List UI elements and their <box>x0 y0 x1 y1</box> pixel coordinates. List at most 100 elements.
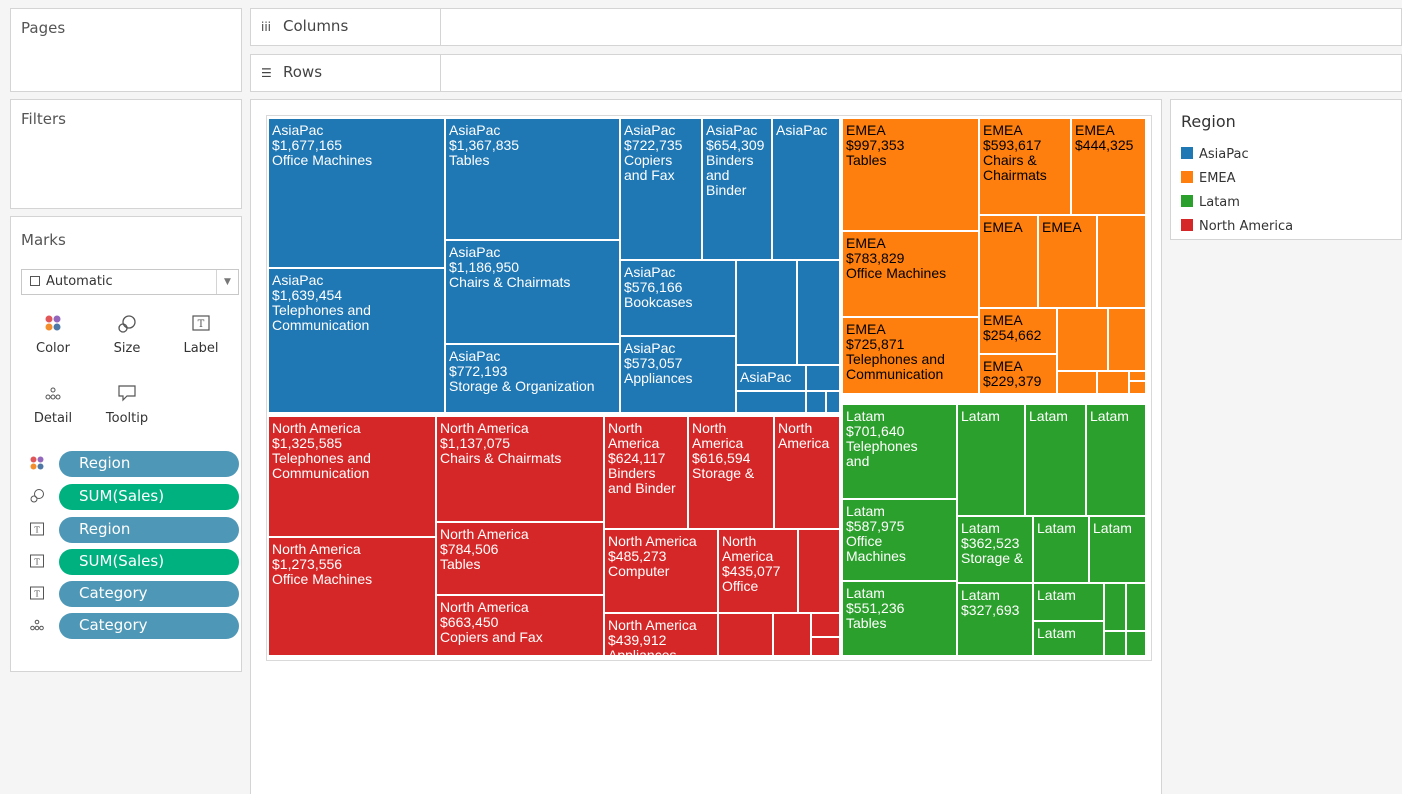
treemap-cell-unlabeled[interactable] <box>806 391 826 413</box>
filters-shelf[interactable]: Filters <box>10 99 242 209</box>
treemap-cell-unlabeled[interactable] <box>1129 381 1146 394</box>
treemap-cell-la4[interactable]: Latam <box>1086 404 1146 516</box>
treemap-cell-la10[interactable]: Latam $327,693 <box>957 583 1033 656</box>
treemap-cell-na7[interactable]: North America $784,506 Tables <box>436 522 604 595</box>
sum-sales-pill[interactable]: SUM(Sales) <box>59 484 239 510</box>
treemap[interactable]: AsiaPac $1,677,165 Office Machines AsiaPac $… <box>268 118 1146 656</box>
treemap-cell-em7[interactable]: EMEA $725,871 Telephones and Communication <box>842 317 979 394</box>
treemap-cell-label: AsiaPac <box>624 122 676 138</box>
treemap-cell-na1[interactable]: North America $1,325,585 Telephones and Com… <box>268 416 436 537</box>
treemap-cell-em9[interactable]: EMEA $229,379 <box>979 354 1057 394</box>
treemap-cell-unlabeled[interactable] <box>1104 631 1126 656</box>
pill-row-color-region[interactable]: Region <box>21 451 239 477</box>
columns-shelf[interactable]: iii Columns <box>250 8 1402 46</box>
pill-row-label-sales[interactable]: T SUM(Sales) <box>21 549 239 575</box>
region-legend[interactable]: Region AsiaPac EMEA Latam North America <box>1170 99 1402 240</box>
treemap-cell-la11[interactable]: Latam <box>1033 583 1104 621</box>
region-pill[interactable]: Region <box>59 451 239 477</box>
treemap-cell-na8[interactable]: North America $485,273 Computer <box>604 529 718 613</box>
treemap-cell-unlabeled[interactable] <box>1057 308 1108 371</box>
treemap-cell-unlabeled[interactable] <box>811 613 840 637</box>
color-button[interactable]: Color <box>21 307 85 369</box>
treemap-cell-em5[interactable]: EMEA <box>979 215 1038 308</box>
treemap-cell-ap10[interactable]: AsiaPac $573,057 Appliances <box>620 336 736 413</box>
treemap-cell-ap9[interactable]: AsiaPac $772,193 Storage & Organization <box>445 344 620 413</box>
treemap-cell-em8[interactable]: EMEA $254,662 <box>979 308 1057 354</box>
treemap-cell-la1[interactable]: Latam $701,640 Telephones and <box>842 404 957 499</box>
pages-title: Pages <box>21 19 66 37</box>
treemap-cell-na9[interactable]: North America $435,077 Office <box>718 529 798 613</box>
rows-shelf[interactable]: ☰ Rows <box>250 54 1402 92</box>
treemap-cell-na10[interactable]: North America $663,450 Copiers and Fax <box>436 595 604 656</box>
treemap-cell-em1[interactable]: EMEA $997,353 Tables <box>842 118 979 231</box>
treemap-cell-unlabeled[interactable] <box>1097 215 1146 308</box>
legend-item-asiapac[interactable]: AsiaPac <box>1181 147 1249 162</box>
treemap-cell-unlabeled[interactable] <box>798 529 840 613</box>
treemap-cell-la6[interactable]: Latam $362,523 Storage & <box>957 516 1033 583</box>
treemap-cell-ap1[interactable]: AsiaPac $1,677,165 Office Machines <box>268 118 445 268</box>
treemap-cell-la7[interactable]: Latam <box>1033 516 1089 583</box>
treemap-cell-unlabeled[interactable] <box>773 613 811 656</box>
detail-button[interactable]: Detail <box>21 377 85 439</box>
treemap-cell-unlabeled[interactable] <box>1097 371 1129 394</box>
treemap-cell-na4[interactable]: North America $616,594 Storage & <box>688 416 774 529</box>
treemap-cell-ap2[interactable]: AsiaPac $1,367,835 Tables <box>445 118 620 240</box>
region-label-pill[interactable]: Region <box>59 517 239 543</box>
treemap-cell-ap6[interactable]: AsiaPac $1,639,454 Telephones and Communica… <box>268 268 445 413</box>
treemap-cell-unlabeled[interactable] <box>811 637 840 656</box>
mark-type-dropdown[interactable]: Automatic ▼ <box>21 269 239 295</box>
treemap-cell-ap8[interactable]: AsiaPac $576,166 Bookcases <box>620 260 736 336</box>
category-label-pill[interactable]: Category <box>59 581 239 607</box>
treemap-cell-unlabeled[interactable] <box>806 365 840 391</box>
size-button[interactable]: Size <box>95 307 159 369</box>
pill-row-label-region[interactable]: T Region <box>21 517 239 543</box>
legend-swatch <box>1181 195 1193 207</box>
label-button[interactable]: T Label <box>169 307 233 369</box>
treemap-cell-unlabeled[interactable] <box>1108 308 1146 371</box>
treemap-cell-unlabeled[interactable] <box>736 260 797 365</box>
treemap-cell-label: EMEA <box>983 122 1023 138</box>
treemap-cell-ap11[interactable]: AsiaPac <box>736 365 806 391</box>
legend-item-latam[interactable]: Latam <box>1181 195 1240 210</box>
treemap-cell-ap4[interactable]: AsiaPac $654,309 Binders and Binder <box>702 118 772 260</box>
tooltip-button[interactable]: Tooltip <box>95 377 159 439</box>
treemap-cell-unlabeled[interactable] <box>736 391 806 413</box>
category-detail-pill[interactable]: Category <box>59 613 239 639</box>
treemap-cell-la3[interactable]: Latam <box>1025 404 1086 516</box>
treemap-cell-label: $1,677,165 <box>272 137 343 153</box>
treemap-cell-label: Latam <box>846 585 885 601</box>
pill-row-detail-category[interactable]: Category <box>21 613 239 639</box>
treemap-cell-ap7[interactable]: AsiaPac $1,186,950 Chairs & Chairmats <box>445 240 620 344</box>
treemap-cell-em4[interactable]: EMEA $783,829 Office Machines <box>842 231 979 317</box>
treemap-cell-la5[interactable]: Latam $587,975 Office Machines <box>842 499 957 581</box>
treemap-cell-em3[interactable]: EMEA $444,325 <box>1071 118 1146 215</box>
pages-shelf[interactable]: Pages <box>10 8 242 92</box>
treemap-cell-unlabeled[interactable] <box>797 260 840 365</box>
sum-sales-label-pill[interactable]: SUM(Sales) <box>59 549 239 575</box>
legend-item-emea[interactable]: EMEA <box>1181 171 1236 186</box>
treemap-cell-la9[interactable]: Latam $551,236 Tables <box>842 581 957 656</box>
treemap-cell-ap5[interactable]: AsiaPac <box>772 118 840 260</box>
treemap-cell-na2[interactable]: North America $1,137,075 Chairs & Chairmat… <box>436 416 604 522</box>
treemap-cell-unlabeled[interactable] <box>1104 583 1126 631</box>
treemap-cell-la2[interactable]: Latam <box>957 404 1025 516</box>
treemap-cell-la12[interactable]: Latam <box>1033 621 1104 656</box>
treemap-cell-na11[interactable]: North America $439,912 Appliances <box>604 613 718 656</box>
treemap-cell-em2[interactable]: EMEA $593,617 Chairs & Chairmats <box>979 118 1071 215</box>
treemap-cell-em6[interactable]: EMEA <box>1038 215 1097 308</box>
treemap-cell-unlabeled[interactable] <box>718 613 773 656</box>
treemap-cell-na5[interactable]: North America <box>774 416 840 529</box>
pill-row-size-sales[interactable]: SUM(Sales) <box>21 484 239 510</box>
treemap-cell-unlabeled[interactable] <box>1126 583 1146 631</box>
legend-item-north-america[interactable]: North America <box>1181 219 1293 234</box>
treemap-cell-unlabeled[interactable] <box>1126 631 1146 656</box>
treemap-cell-na3[interactable]: North America $624,117 Binders and Binder <box>604 416 688 529</box>
treemap-cell-ap3[interactable]: AsiaPac $722,735 Copiers and Fax <box>620 118 702 260</box>
treemap-cell-la8[interactable]: Latam <box>1089 516 1146 583</box>
treemap-cell-unlabeled[interactable] <box>826 391 840 413</box>
treemap-cell-unlabeled[interactable] <box>1129 371 1146 381</box>
svg-text:T: T <box>34 590 40 599</box>
pill-row-label-category[interactable]: T Category <box>21 581 239 607</box>
treemap-cell-unlabeled[interactable] <box>1057 371 1097 394</box>
treemap-cell-na6[interactable]: North America $1,273,556 Office Machines <box>268 537 436 656</box>
